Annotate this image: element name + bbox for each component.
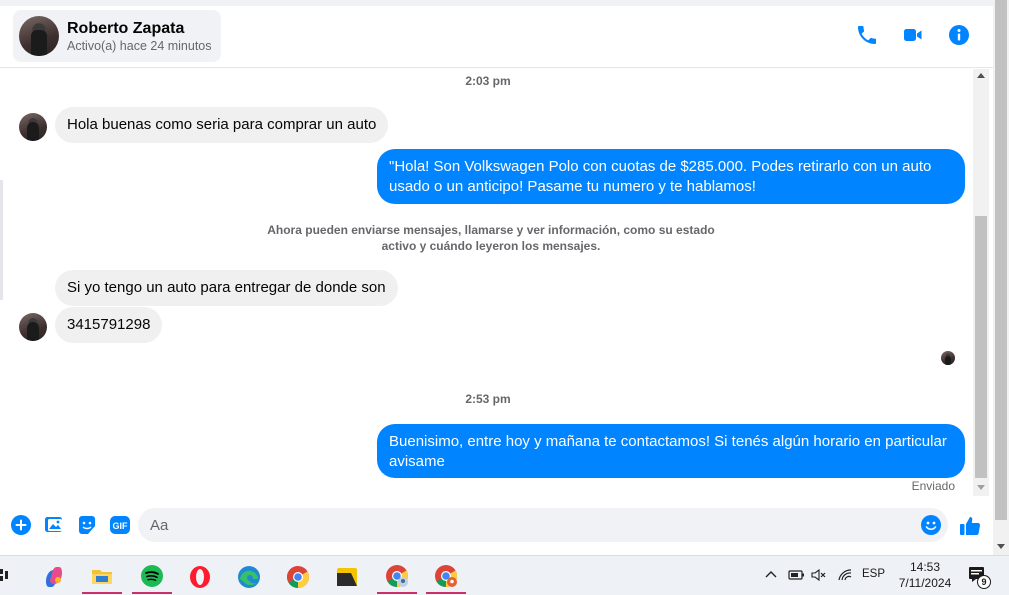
file-explorer-icon[interactable] <box>82 560 122 594</box>
scroll-thumb[interactable] <box>975 216 987 478</box>
battery-icon[interactable] <box>787 568 805 582</box>
thumbs-up-icon[interactable] <box>958 514 982 538</box>
contact-profile-button[interactable]: Roberto Zapata Activo(a) hace 24 minutos <box>13 10 221 62</box>
notification-center-icon[interactable]: 9 <box>967 565 991 589</box>
task-view-icon[interactable] <box>0 568 10 582</box>
thread-scrollbar[interactable] <box>973 69 989 496</box>
notification-count: 9 <box>981 577 987 587</box>
timestamp: 2:03 pm <box>465 74 511 88</box>
message-input-container[interactable] <box>138 508 948 542</box>
clock[interactable]: 14:53 7/11/2024 <box>893 559 957 591</box>
sender-avatar[interactable] <box>19 113 47 141</box>
clock-time: 14:53 <box>909 560 941 574</box>
page-scroll-down-arrow-icon[interactable] <box>997 544 1005 549</box>
seen-indicator-avatar <box>941 351 955 365</box>
spotify-icon[interactable] <box>132 560 172 594</box>
sticker-icon[interactable] <box>76 514 98 536</box>
page-scroll-thumb[interactable] <box>995 0 1007 520</box>
wifi-icon[interactable] <box>837 568 853 582</box>
contact-avatar <box>19 16 59 56</box>
outgoing-message[interactable]: "Hola! Son Volkswagen Polo con cuotas de… <box>377 149 965 204</box>
conversation-header: Roberto Zapata Activo(a) hace 24 minutos <box>0 6 993 68</box>
info-notice: Ahora pueden enviarse mensajes, llamarse… <box>263 222 719 254</box>
outgoing-message-line: "Hola! Son Volkswagen Polo con cuotas de… <box>389 158 932 175</box>
outgoing-message-line: Buenisimo, entre hoy y mañana te contact… <box>389 433 947 450</box>
outgoing-message-line: usado o un anticipo! Pasame tu numero y … <box>389 178 756 195</box>
incoming-message[interactable]: 3415791298 <box>55 307 163 343</box>
info-notice-line: activo y cuándo leyeron los mensajes. <box>381 239 601 253</box>
video-camera-icon[interactable] <box>901 23 925 47</box>
sent-status: Enviado <box>911 479 955 493</box>
add-icon[interactable] <box>10 514 32 536</box>
info-notice-line: Ahora pueden enviarse mensajes, llamarse… <box>267 223 715 237</box>
clock-date: 7/11/2024 <box>898 576 952 590</box>
language-indicator[interactable]: ESP <box>862 568 885 580</box>
windows-taskbar: ESP 14:53 7/11/2024 9 <box>0 555 1009 595</box>
outgoing-message-line: avisame <box>389 453 445 470</box>
message-input[interactable] <box>138 508 908 542</box>
edge-icon[interactable] <box>229 560 269 594</box>
scroll-down-arrow-icon[interactable] <box>977 485 985 490</box>
outgoing-message[interactable]: Buenisimo, entre hoy y mañana te contact… <box>377 424 965 478</box>
incoming-message[interactable]: Hola buenas como seria para comprar un a… <box>55 107 389 143</box>
gif-label: GIF <box>113 521 129 531</box>
chrome-icon[interactable] <box>278 560 318 594</box>
chevron-up-icon[interactable] <box>764 568 778 582</box>
scroll-up-arrow-icon[interactable] <box>977 73 985 78</box>
message-composer: GIF <box>0 496 993 555</box>
volume-muted-icon[interactable] <box>811 568 827 582</box>
timestamp: 2:53 pm <box>465 392 511 406</box>
contact-name: Roberto Zapata <box>67 19 185 37</box>
opera-icon[interactable] <box>180 560 220 594</box>
chrome-profile-2-icon[interactable] <box>426 560 466 594</box>
incoming-message[interactable]: Si yo tengo un auto para entregar de don… <box>55 270 398 306</box>
sender-avatar[interactable] <box>19 313 47 341</box>
contact-status: Activo(a) hace 24 minutos <box>67 38 212 53</box>
image-icon[interactable] <box>43 514 65 536</box>
gif-icon[interactable]: GIF <box>109 514 131 536</box>
message-thread: 2:03 pm Hola buenas como seria para comp… <box>3 69 973 496</box>
phone-icon[interactable] <box>855 23 879 47</box>
page-scrollbar[interactable] <box>993 0 1009 555</box>
copilot-icon[interactable] <box>34 560 74 594</box>
chrome-profile-icon[interactable] <box>377 560 417 594</box>
sticky-notes-icon[interactable] <box>327 560 367 594</box>
emoji-icon[interactable] <box>920 514 942 536</box>
info-icon[interactable] <box>947 23 971 47</box>
